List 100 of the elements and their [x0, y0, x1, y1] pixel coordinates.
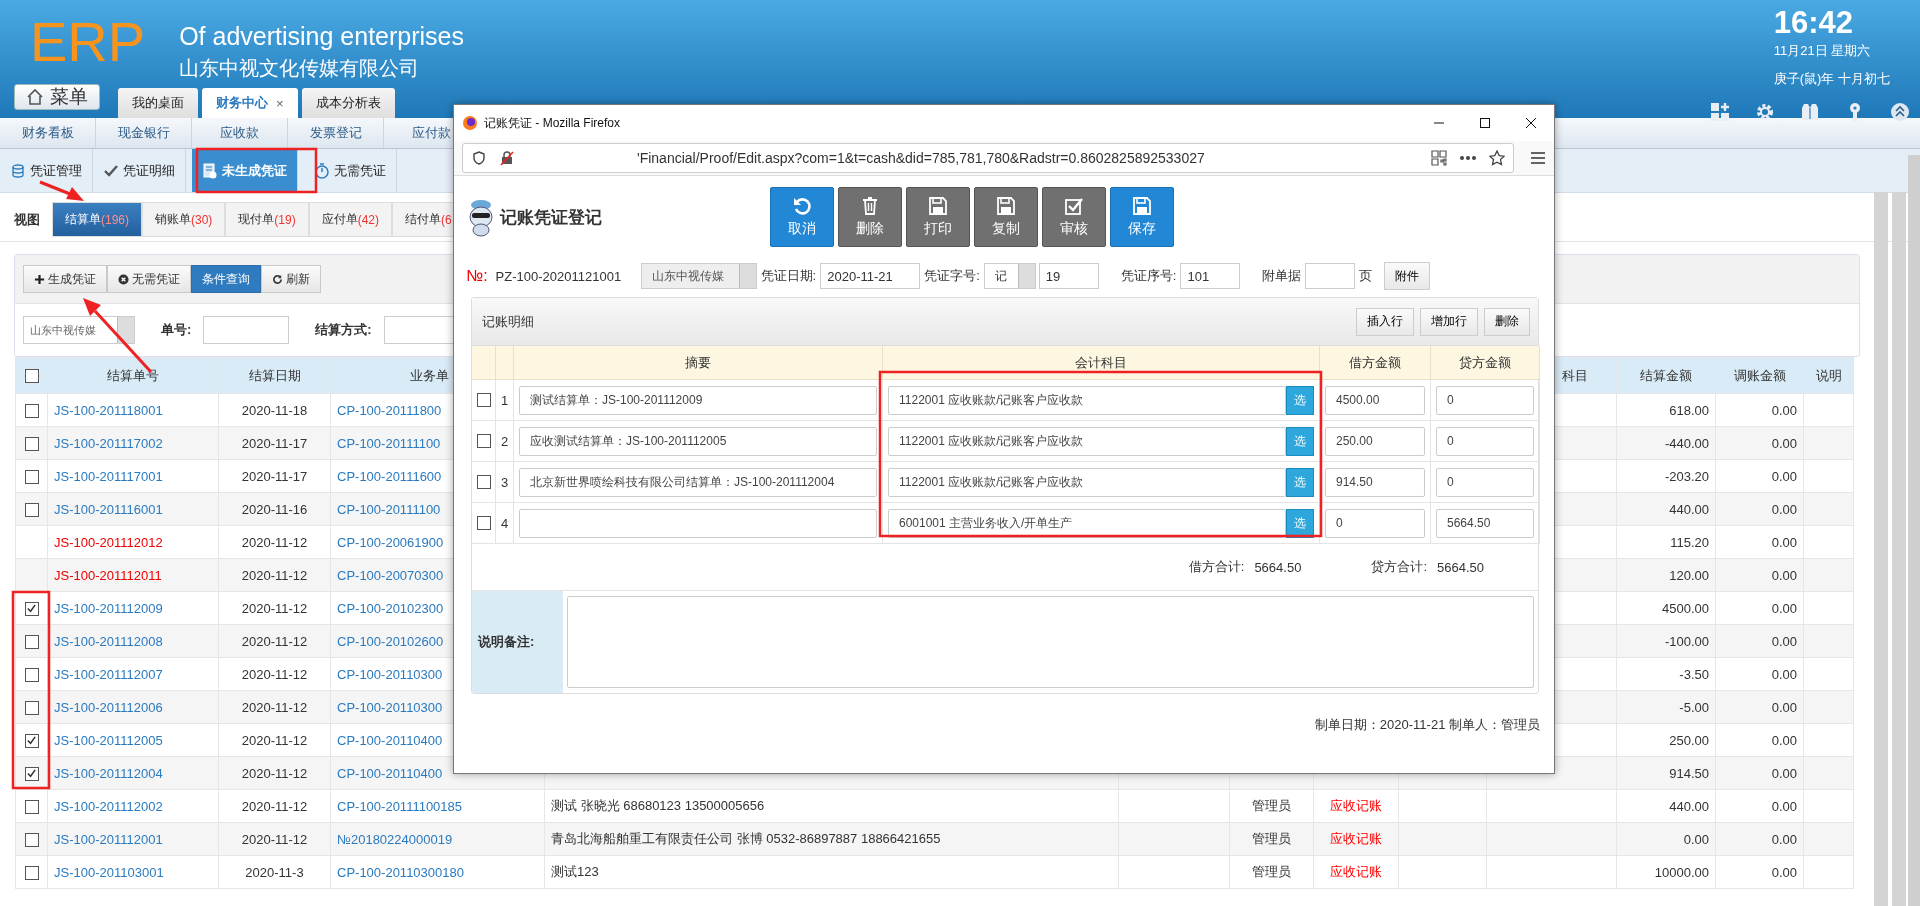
notes-field[interactable]	[567, 596, 1534, 688]
address-bar[interactable]: 'Financial/Proof/Edit.aspx?com=1&t=cash&did=785,781,780&Radstr=0.8602825892533027	[462, 143, 1514, 173]
row-checkbox[interactable]	[24, 403, 39, 418]
nav-item[interactable]: 应收款	[192, 118, 288, 148]
row-checkbox[interactable]	[24, 436, 39, 451]
input-field[interactable]	[203, 316, 290, 344]
input-field[interactable]: 19	[1038, 263, 1099, 289]
row-number: 2	[496, 421, 514, 462]
summary-field[interactable]: 应收测试结算单：JS-100-201112005	[519, 426, 877, 456]
qr-code-icon[interactable]	[1431, 150, 1447, 166]
row-button[interactable]: 插入行	[1356, 307, 1414, 336]
row-checkbox[interactable]	[24, 469, 39, 484]
app-tab[interactable]: 财务中心 ×	[202, 88, 298, 118]
company-select[interactable]: 山东中视传媒	[23, 316, 135, 344]
row-checkbox[interactable]	[24, 667, 39, 682]
table-cell: 120.00	[1616, 558, 1716, 592]
star-icon[interactable]	[1489, 150, 1505, 166]
nav-item[interactable]: 发票登记	[288, 118, 384, 148]
scrollbar[interactable]	[1908, 155, 1920, 906]
input-field[interactable]: 101	[1180, 263, 1241, 289]
row-checkbox[interactable]	[24, 865, 39, 880]
account-field[interactable]: 6001001 主营业务收入/开单生产	[888, 508, 1286, 538]
action-button[interactable]: 删除	[838, 187, 902, 247]
account-field[interactable]: 1122001 应收账款/记账客户应收款	[888, 385, 1286, 415]
row-checkbox[interactable]	[476, 393, 491, 407]
table-cell: 2020-11-3	[218, 855, 331, 889]
shield-icon[interactable]	[471, 150, 487, 166]
row-checkbox[interactable]	[24, 634, 39, 649]
summary-field[interactable]: 测试结算单：JS-100-201112009	[519, 385, 877, 415]
annotation-arrow	[39, 180, 84, 201]
toolbar-button[interactable]: 无需凭证	[107, 265, 191, 293]
scrollbar[interactable]	[1874, 192, 1888, 906]
toolbar-button[interactable]: 生成凭证	[23, 265, 107, 293]
tab-close[interactable]: ×	[276, 95, 284, 111]
debit-field[interactable]: 250.00	[1325, 426, 1425, 456]
action-button[interactable]: 审核	[1042, 187, 1106, 247]
row-checkbox[interactable]	[476, 475, 491, 489]
debit-field[interactable]: 0	[1325, 508, 1425, 538]
column-header: 贷方金额	[1431, 346, 1540, 380]
app-tab[interactable]: 我的桌面	[118, 88, 198, 118]
app-tab[interactable]: 成本分析表	[301, 88, 395, 118]
view-tab[interactable]: 现付单(19)	[225, 202, 309, 237]
row-checkbox[interactable]	[24, 502, 39, 517]
action-button[interactable]: 保存	[1110, 187, 1174, 247]
input-field[interactable]	[1305, 263, 1356, 289]
settings-icon[interactable]	[1755, 102, 1775, 122]
order-link[interactable]: CP-100-20111100	[337, 435, 441, 451]
toolbar-button[interactable]: 条件查询	[191, 265, 261, 293]
row-checkbox[interactable]	[24, 799, 39, 814]
credit-field[interactable]: 0	[1436, 426, 1534, 456]
subnav-tab[interactable]: 无需凭证	[304, 149, 397, 192]
credit-field[interactable]: 0	[1436, 467, 1534, 497]
row-button[interactable]: 增加行	[1420, 307, 1478, 336]
account-field[interactable]: 1122001 应收账款/记账客户应收款	[888, 467, 1286, 497]
collapse-icon[interactable]	[1890, 102, 1910, 122]
account-field[interactable]: 1122001 应收账款/记账客户应收款	[888, 426, 1286, 456]
attachment-button[interactable]: 附件	[1384, 262, 1431, 290]
subnav-tab[interactable]: 凭证明细	[93, 149, 186, 192]
company-name: 山东中视文化传媒有限公司	[179, 56, 421, 81]
table-cell: 0.00	[1715, 756, 1804, 790]
menu-icon[interactable]	[1530, 150, 1546, 166]
action-button[interactable]: 复制	[974, 187, 1038, 247]
company-select[interactable]: 山东中视传媒	[640, 263, 757, 289]
debit-field[interactable]: 4500.00	[1325, 385, 1425, 415]
row-checkbox[interactable]	[476, 516, 491, 530]
row-checkbox[interactable]	[24, 832, 39, 847]
more-icon[interactable]	[1459, 155, 1477, 161]
row-checkbox[interactable]	[24, 766, 39, 781]
credit-field[interactable]: 5664.50	[1436, 508, 1534, 538]
nav-item[interactable]: 现金银行	[96, 118, 192, 148]
debit-field[interactable]: 914.50	[1325, 467, 1425, 497]
view-tab[interactable]: 结算单(196)	[52, 202, 142, 237]
menu-button[interactable]: 菜单	[14, 84, 100, 110]
credit-field[interactable]: 0	[1436, 385, 1534, 415]
view-tab[interactable]: 销账单(30)	[142, 202, 226, 237]
select-all-checkbox[interactable]	[24, 369, 39, 384]
table-cell: 2020-11-12	[218, 756, 331, 790]
row-checkbox[interactable]	[24, 601, 39, 616]
action-button[interactable]: 取消	[770, 187, 834, 247]
order-link[interactable]: CP-100-20102600	[337, 633, 444, 649]
column-header: 说明	[1803, 357, 1854, 394]
row-checkbox[interactable]	[476, 434, 491, 448]
insecure-lock-icon[interactable]	[499, 150, 515, 166]
nav-item[interactable]: 财务看板	[0, 118, 96, 148]
view-tab[interactable]: 应付单(42)	[308, 202, 393, 237]
scrollbar[interactable]	[1892, 192, 1906, 906]
add-widget-icon[interactable]	[1710, 102, 1730, 122]
date-field[interactable]: 2020-11-21	[820, 263, 921, 289]
summary-field[interactable]	[519, 508, 877, 538]
row-checkbox[interactable]	[24, 733, 39, 748]
order-link[interactable]: CP-100-20111800	[337, 402, 442, 418]
row-button[interactable]: 删除	[1484, 307, 1530, 336]
summary-field[interactable]: 北京新世界喷绘科技有限公司结算单：JS-100-201112004	[519, 467, 877, 497]
voucher-word-select[interactable]: 记	[983, 263, 1036, 289]
row-checkbox[interactable]	[24, 700, 39, 715]
document-icon	[202, 162, 218, 179]
order-link[interactable]: CP-100-20111600	[337, 468, 442, 484]
table-cell: 914.50	[1616, 756, 1716, 790]
action-button[interactable]: 打印	[906, 187, 970, 247]
toolbar-button[interactable]: 刷新	[261, 265, 321, 293]
